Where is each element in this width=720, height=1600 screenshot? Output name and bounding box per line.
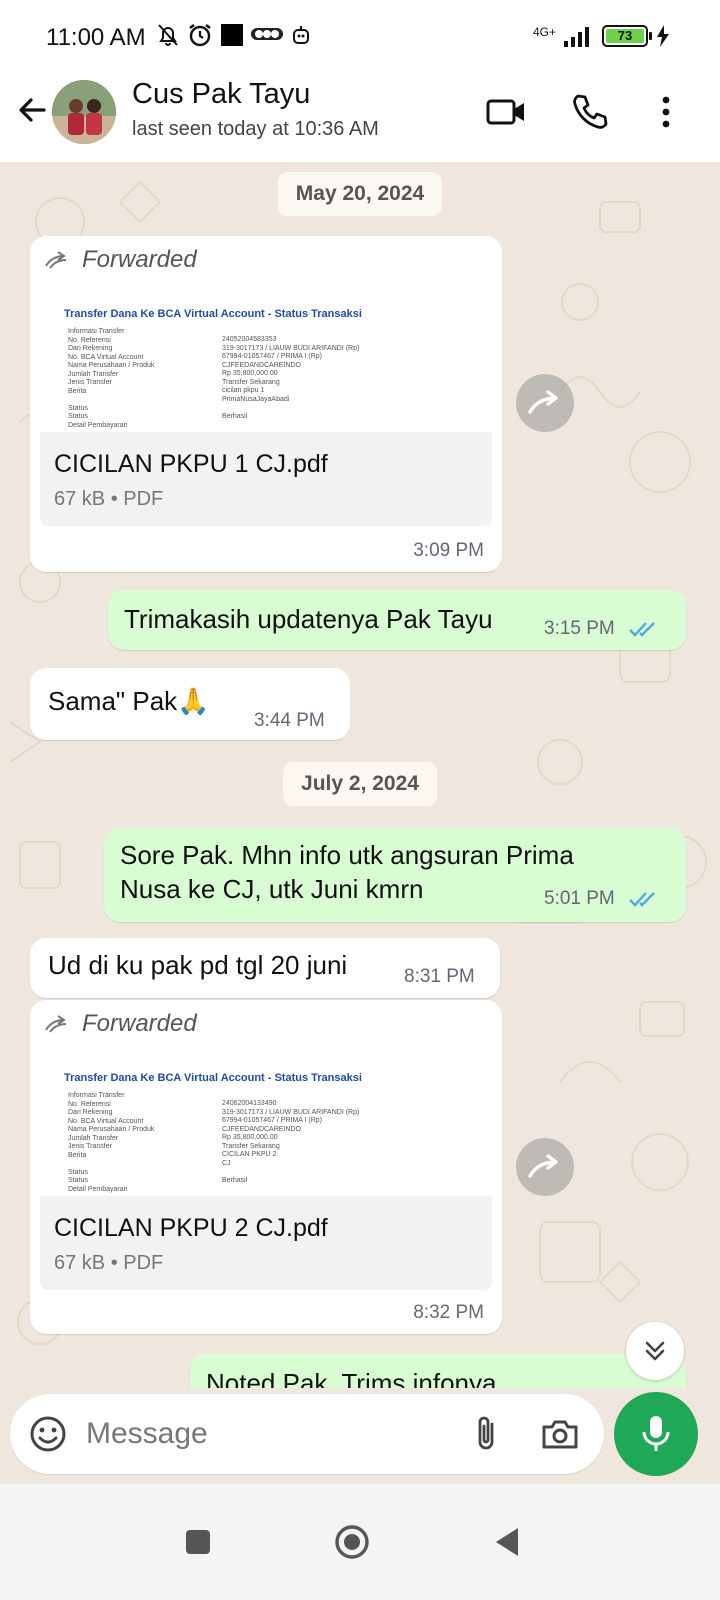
document-preview-title: Transfer Dana Ke BCA Virtual Account - S… bbox=[64, 1072, 362, 1084]
alarm-icon bbox=[189, 24, 211, 47]
back-icon[interactable] bbox=[486, 1520, 530, 1564]
share-forward-icon bbox=[528, 390, 558, 414]
recents-icon[interactable] bbox=[176, 1520, 220, 1564]
document-preview-title: Transfer Dana Ke BCA Virtual Account - S… bbox=[64, 308, 362, 320]
message-input-container bbox=[10, 1394, 604, 1474]
message-input[interactable] bbox=[86, 1408, 446, 1460]
status-bar: 11:00 AM 4G+ 73 bbox=[0, 0, 720, 70]
home-icon[interactable] bbox=[330, 1520, 374, 1564]
share-forward-button[interactable] bbox=[516, 1138, 574, 1196]
robot-icon bbox=[293, 26, 309, 44]
voice-record-button[interactable] bbox=[614, 1392, 698, 1476]
forward-arrow-icon bbox=[45, 1015, 67, 1033]
document-file-name: CICILAN PKPU 2 CJ.pdf bbox=[54, 1214, 328, 1242]
message-time: 8:32 PM bbox=[413, 1302, 484, 1323]
chevron-double-down-icon bbox=[645, 1341, 665, 1361]
microphone-icon bbox=[642, 1416, 670, 1451]
document-preview[interactable]: Transfer Dana Ke BCA Virtual Account - S… bbox=[40, 296, 492, 432]
phone-icon[interactable] bbox=[568, 90, 612, 134]
signal-icon bbox=[564, 27, 589, 47]
date-separator: July 2, 2024 bbox=[283, 762, 437, 806]
document-file-name: CICILAN PKPU 1 CJ.pdf bbox=[54, 450, 328, 478]
message-time: 3:44 PM bbox=[254, 710, 325, 731]
read-receipt-icon bbox=[629, 622, 655, 637]
message-bubble-incoming[interactable]: Sama" Pak🙏 3:44 PM bbox=[30, 668, 350, 740]
forward-arrow-icon bbox=[45, 251, 67, 269]
message-time: 3:09 PM bbox=[413, 540, 484, 561]
battery-level: 73 bbox=[606, 29, 644, 43]
paperclip-icon[interactable] bbox=[468, 1414, 504, 1454]
message-composer bbox=[0, 1388, 720, 1484]
document-info[interactable]: CICILAN PKPU 1 CJ.pdf 67 kB • PDF bbox=[40, 432, 492, 526]
forwarded-text: Forwarded bbox=[82, 246, 197, 273]
message-bubble-incoming[interactable]: Forwarded Transfer Dana Ke BCA Virtual A… bbox=[30, 236, 502, 572]
document-preview-values: 24062004133490 319-3017173 / LIAUW BUDI A… bbox=[222, 1100, 360, 1184]
document-info[interactable]: CICILAN PKPU 2 CJ.pdf 67 kB • PDF bbox=[40, 1196, 492, 1290]
message-bubble-outgoing[interactable]: Noted Pak. Trims infonya bbox=[190, 1354, 686, 1388]
message-time: 5:01 PM bbox=[544, 888, 615, 909]
message-bubble-incoming[interactable]: Forwarded Transfer Dana Ke BCA Virtual A… bbox=[30, 1000, 502, 1334]
battery-icon: 73 bbox=[602, 25, 652, 47]
date-separator: May 20, 2024 bbox=[277, 172, 443, 216]
video-call-icon[interactable] bbox=[484, 90, 528, 134]
document-file-meta: 67 kB • PDF bbox=[54, 488, 164, 510]
share-forward-button[interactable] bbox=[516, 374, 574, 432]
charging-icon bbox=[657, 25, 669, 47]
document-preview-lines: Informasi Transfer No. Referensi Dari Reke… bbox=[68, 1092, 155, 1193]
forwarded-label: Forwarded bbox=[44, 246, 197, 274]
app-notification-icon-2 bbox=[251, 28, 283, 40]
document-preview-values: 24052004583353 319-3017173 / LIAUW BUDI A… bbox=[222, 336, 360, 420]
forwarded-label: Forwarded bbox=[44, 1010, 197, 1038]
emoji-icon[interactable] bbox=[28, 1414, 68, 1454]
document-preview[interactable]: Transfer Dana Ke BCA Virtual Account - S… bbox=[40, 1060, 492, 1196]
message-text: Sama" Pak🙏 bbox=[48, 686, 210, 716]
message-bubble-outgoing[interactable]: Trimakasih updatenya Pak Tayu 3:15 PM bbox=[108, 590, 686, 650]
message-text: Noted Pak. Trims infonya bbox=[206, 1368, 497, 1388]
message-text: Ud di ku pak pd tgl 20 juni bbox=[48, 950, 348, 980]
status-right-icons: 4G+ 73 bbox=[533, 25, 670, 47]
share-forward-icon bbox=[528, 1154, 558, 1178]
document-file-meta: 67 kB • PDF bbox=[54, 1252, 164, 1274]
scroll-to-bottom-button[interactable] bbox=[626, 1322, 684, 1380]
avatar[interactable] bbox=[52, 80, 116, 144]
bell-off-icon bbox=[158, 24, 178, 46]
camera-icon[interactable] bbox=[540, 1414, 580, 1454]
arrow-left-icon[interactable] bbox=[14, 92, 50, 128]
network-type: 4G+ bbox=[532, 25, 556, 39]
status-time: 11:00 AM bbox=[46, 24, 146, 51]
chat-area[interactable]: May 20, 2024 Forwarded Transfer Dana Ke … bbox=[0, 162, 720, 1388]
status-notification-icons bbox=[157, 22, 311, 48]
system-navigation-bar bbox=[0, 1484, 720, 1600]
message-bubble-outgoing[interactable]: Sore Pak. Mhn info utk angsuran Prima Nu… bbox=[104, 828, 686, 922]
contact-name[interactable]: Cus Pak Tayu bbox=[132, 78, 310, 111]
app-notification-icon bbox=[221, 24, 243, 46]
message-text: Trimakasih updatenya Pak Tayu bbox=[124, 604, 493, 634]
forwarded-text: Forwarded bbox=[82, 1010, 197, 1037]
message-time: 8:31 PM bbox=[404, 966, 475, 987]
message-time: 3:15 PM bbox=[544, 618, 615, 639]
document-preview-lines: Informasi Transfer No. Referensi Dari Reke… bbox=[68, 328, 155, 429]
message-bubble-incoming[interactable]: Ud di ku pak pd tgl 20 juni 8:31 PM bbox=[30, 938, 500, 998]
read-receipt-icon bbox=[629, 892, 655, 907]
more-vertical-icon[interactable] bbox=[644, 90, 688, 134]
last-seen-status: last seen today at 10:36 AM bbox=[132, 118, 379, 140]
chat-header: Cus Pak Tayu last seen today at 10:36 AM bbox=[0, 70, 720, 162]
